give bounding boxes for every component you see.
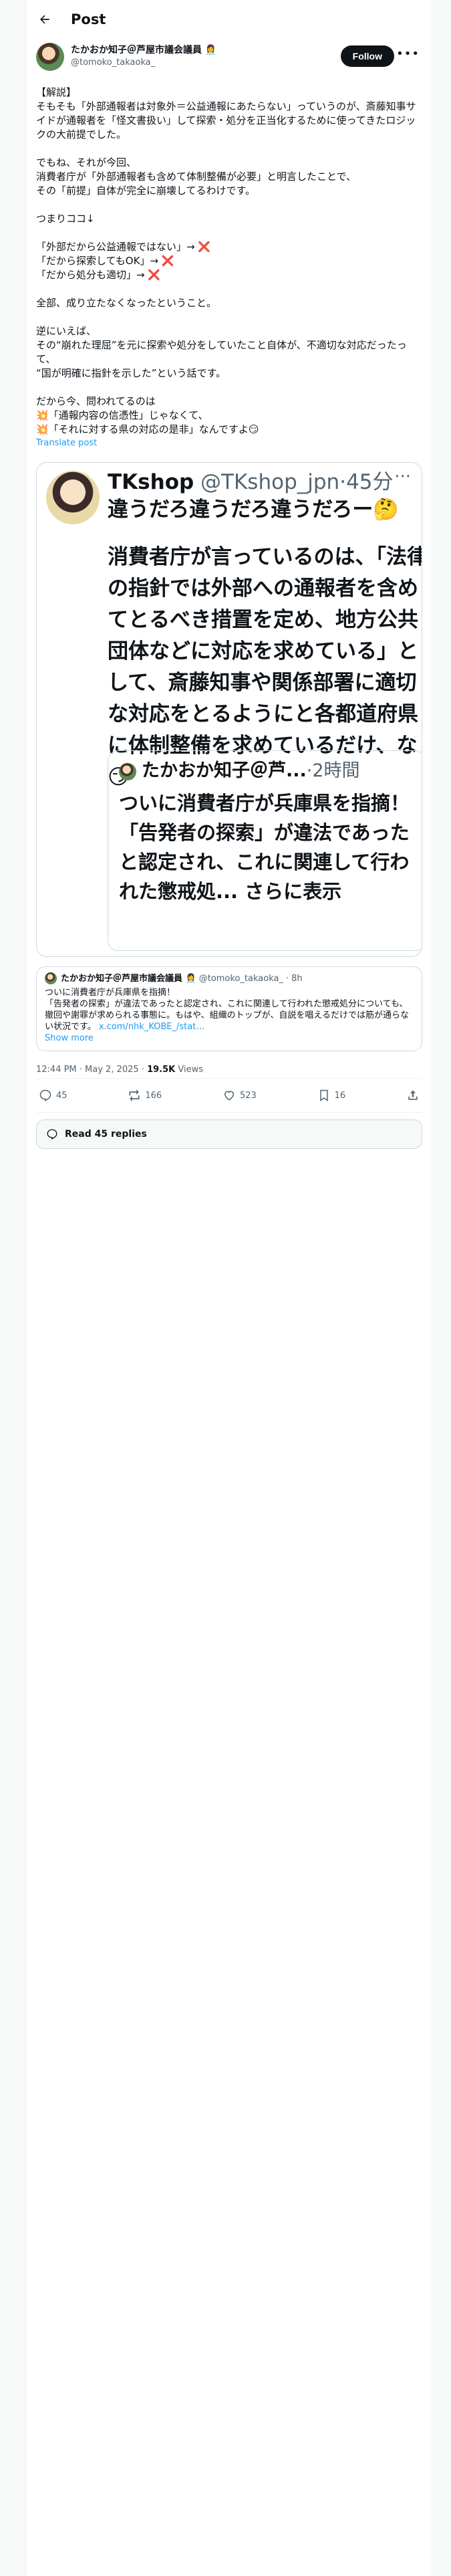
views-count: 19.5K (147, 1065, 176, 1075)
quoted-post-text: ついに消費者庁が兵庫県を指摘！ 「告発者の探索」が違法であったと認定され、これに… (45, 987, 414, 1033)
bookmark-count: 16 (334, 1090, 346, 1101)
quote-more-icon: ··· (394, 467, 411, 487)
back-arrow-icon[interactable] (37, 12, 52, 27)
quoted-post[interactable]: たかおか知子＠芦屋市議会議員 👩‍💼 @tomoko_takaoka_ · 8h… (36, 966, 422, 1051)
post-meta: 12:44 PM · May 2, 2025 · 19.5K Views (27, 1051, 432, 1078)
read-replies-button[interactable]: Read 45 replies (36, 1119, 422, 1149)
inner-time: 2時間 (312, 760, 360, 781)
bookmark-button[interactable]: 16 (317, 1089, 346, 1102)
repost-icon (129, 1089, 140, 1102)
inner-user-line: たかおか知子＠芦...·2時間 (142, 760, 360, 781)
quoted-post-handle: @tomoko_takaoka_ (198, 973, 283, 984)
repost-button[interactable]: 166 (128, 1089, 162, 1102)
reply-count: 45 (56, 1090, 67, 1101)
inner-text: ついに消費者庁が兵庫県を指摘！ 「告発者の探索」が違法であったと認定され、これに… (119, 792, 410, 903)
quote-time: 45分 (346, 470, 394, 494)
inner-quote-card: たかおか知子＠芦...·2時間 ついに消費者庁が兵庫県を指摘！ 「告発者の探索」… (108, 750, 422, 951)
bookmark-icon (319, 1089, 328, 1101)
divider (36, 1112, 422, 1113)
quoted-post-link[interactable]: x.com/nhk_KOBE_/stat… (99, 1022, 204, 1032)
avatar[interactable] (36, 43, 64, 71)
follow-button[interactable]: Follow (340, 45, 394, 67)
quoted-post-avatar (45, 972, 57, 984)
top-bar: Post (27, 0, 432, 39)
translate-post-link[interactable]: Translate post (27, 437, 432, 450)
left-rail (0, 0, 27, 2576)
quoted-post-header: たかおか知子＠芦屋市議会議員 👩‍💼 @tomoko_takaoka_ · 8h (45, 972, 414, 984)
quote-author-name: TKshop (108, 470, 194, 494)
post-timestamp[interactable]: 12:44 PM · May 2, 2025 · (36, 1065, 147, 1075)
inner-author-name: たかおか知子＠芦... (142, 760, 307, 781)
author-info: たかおか知子＠芦屋市議会議員 👩‍💼 @tomoko_takaoka_ (71, 44, 216, 79)
share-button[interactable] (406, 1089, 420, 1102)
quoted-post-time: 8h (291, 973, 303, 984)
quote-headline: 違うだろ違うだろ違うだろー🤔 (108, 498, 400, 522)
show-more-link[interactable]: Show more (45, 1033, 414, 1044)
reply-button[interactable]: 45 (39, 1089, 67, 1102)
quoted-post-author: たかおか知子＠芦屋市議会議員 👩‍💼 (61, 973, 196, 984)
reply-icon (47, 1129, 57, 1140)
repost-count: 166 (145, 1090, 162, 1101)
quote-author-handle: @TKshop_jpn (200, 470, 340, 494)
post-text: 【解説】 そもそも「外部通報者は対象外＝公益通報にあたらない」っていうのが、斎藤… (36, 86, 416, 435)
views-label: Views (175, 1065, 203, 1075)
author-handle[interactable]: @tomoko_takaoka_ (71, 57, 216, 69)
heart-icon (224, 1091, 235, 1101)
like-button[interactable]: 523 (222, 1089, 257, 1102)
inner-avatar (119, 763, 136, 780)
read-replies-label: Read 45 replies (65, 1129, 147, 1140)
more-options-icon[interactable]: ••• (396, 47, 420, 61)
post-column: Post たかおか知子＠芦屋市議会議員 👩‍💼 @tomoko_takaoka_… (27, 0, 432, 2576)
right-rail (432, 0, 451, 2576)
quote-avatar (46, 471, 100, 524)
page-title: Post (71, 11, 106, 27)
reply-icon (39, 1089, 51, 1102)
action-bar: 45 166 523 16 (27, 1079, 432, 1112)
quoted-post-image[interactable]: TKshop @TKshop_jpn·45分 ··· 違うだろ違うだろ違うだろー… (36, 462, 422, 957)
quote-user-line: TKshop @TKshop_jpn·45分 (108, 470, 394, 494)
like-count: 523 (240, 1090, 257, 1101)
author-row: たかおか知子＠芦屋市議会議員 👩‍💼 @tomoko_takaoka_ Foll… (27, 39, 432, 79)
share-icon (408, 1090, 418, 1100)
author-name[interactable]: たかおか知子＠芦屋市議会議員 👩‍💼 (71, 44, 216, 57)
